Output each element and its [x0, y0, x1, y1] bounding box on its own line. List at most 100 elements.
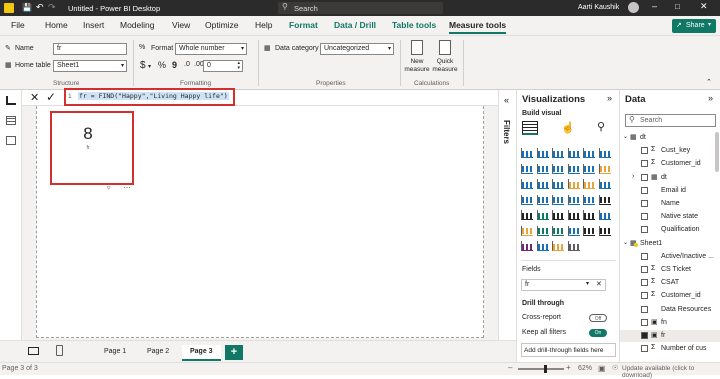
data-search-box[interactable]: ⚲ Search — [625, 114, 716, 127]
field-checkbox[interactable] — [641, 200, 648, 207]
viz-power-automate-icon[interactable] — [536, 241, 549, 251]
redo-icon[interactable]: ↷ — [48, 2, 56, 13]
field-checkbox[interactable] — [641, 266, 648, 273]
field-checkbox[interactable] — [641, 345, 648, 353]
field-checkbox[interactable] — [641, 305, 648, 313]
tab-help[interactable]: Help — [255, 20, 272, 30]
data-field-row[interactable]: Σ Customer_id — [620, 290, 720, 302]
keep-all-filters-toggle[interactable]: On — [589, 329, 607, 337]
viz-kpi-icon[interactable] — [536, 210, 549, 220]
viz-slicer-icon[interactable] — [552, 210, 564, 220]
field-checkbox[interactable] — [641, 279, 648, 287]
tab-insert[interactable]: Insert — [83, 20, 104, 30]
format-visual-icon[interactable]: ☝ — [561, 121, 575, 134]
viz-gauge-icon[interactable] — [583, 194, 595, 205]
viz-treemap-icon[interactable] — [598, 179, 611, 189]
tab-format[interactable]: Format — [289, 20, 318, 30]
viz-stacked-area-icon[interactable] — [552, 163, 564, 174]
viz-qa-icon[interactable] — [567, 225, 580, 236]
fit-page-icon[interactable]: ▣ — [598, 364, 606, 373]
viz-card-icon[interactable] — [598, 194, 611, 205]
currency-button[interactable]: $ — [140, 60, 146, 71]
viz-paginated-icon[interactable] — [598, 225, 611, 236]
collapse-left-icon[interactable]: « — [504, 95, 509, 105]
tab-data-drill[interactable]: Data / Drill — [334, 20, 376, 30]
card-visual[interactable]: 8 fr — [53, 114, 131, 182]
data-field-row[interactable]: Native state — [620, 211, 720, 223]
avatar[interactable] — [628, 2, 639, 13]
cross-report-toggle[interactable]: Off — [589, 314, 607, 322]
search-box[interactable]: ⚲ Search — [278, 2, 443, 14]
viz-stacked-column-icon[interactable] — [536, 148, 549, 158]
viz-matrix-icon[interactable] — [583, 210, 595, 220]
close-icon[interactable]: ✕ — [700, 1, 708, 12]
viz-100-column-icon[interactable] — [598, 148, 611, 158]
page-tab-3[interactable]: Page 3 — [182, 345, 221, 361]
user-name[interactable]: Aarti Kaushik — [578, 4, 619, 11]
home-table-select[interactable]: Sheet1 ▾ — [53, 60, 127, 72]
field-checkbox[interactable] — [641, 332, 648, 339]
data-field-row[interactable]: Email id — [620, 185, 720, 197]
undo-icon[interactable]: ↶ — [36, 2, 44, 13]
name-field[interactable]: fr — [53, 43, 127, 55]
chevron-down-icon[interactable]: ⌄ — [623, 239, 628, 246]
filters-label[interactable]: Filters — [502, 120, 511, 144]
field-checkbox[interactable] — [641, 318, 648, 326]
viz-clustered-bar-icon[interactable] — [552, 148, 564, 158]
data-field-row[interactable]: Qualification — [620, 224, 720, 236]
viz-map-icon[interactable] — [521, 194, 533, 205]
data-category-select[interactable]: Uncategorized ▾ — [320, 43, 394, 55]
zoom-slider[interactable] — [518, 365, 564, 373]
data-field-row[interactable]: Σ CS Ticket — [620, 264, 720, 276]
zoom-in-icon[interactable]: + — [566, 363, 571, 372]
collapse-right-icon[interactable]: » — [607, 93, 612, 103]
decrease-decimal-icon[interactable]: .0 — [184, 61, 190, 68]
decimals-stepper[interactable]: 0 ▴ ▾ — [203, 60, 243, 72]
filters-pane[interactable]: « Filters — [498, 90, 516, 340]
viz-azure-map-icon[interactable] — [567, 194, 580, 205]
data-field-row[interactable]: Σ Cust_key — [620, 145, 720, 157]
add-page-button[interactable]: + — [225, 345, 243, 360]
viz-funnel-icon[interactable] — [536, 179, 549, 189]
viz-table-icon[interactable] — [567, 210, 580, 220]
formula-input[interactable]: fr = FIND("Happy","Living Happy life") — [78, 92, 229, 100]
chevron-down-icon[interactable]: ▾ — [586, 280, 589, 287]
cancel-formula-icon[interactable]: ✕ — [30, 91, 39, 104]
desktop-layout-icon[interactable] — [28, 347, 39, 355]
viz-pie-icon[interactable] — [567, 179, 580, 189]
report-page[interactable]: 8 fr ▿ ⋯ — [36, 106, 484, 338]
data-field-row[interactable]: Σ Number of cus — [620, 343, 720, 355]
viz-narrative-icon[interactable] — [583, 225, 595, 236]
field-checkbox[interactable] — [641, 186, 648, 194]
viz-scatter-icon[interactable] — [552, 179, 564, 189]
data-scrollbar[interactable] — [715, 132, 719, 172]
filter-icon[interactable]: ▿ — [107, 184, 111, 192]
data-field-row[interactable]: Σ Customer_id — [620, 158, 720, 170]
field-checkbox[interactable] — [641, 160, 648, 168]
viz-stacked-bar-icon[interactable] — [521, 148, 533, 158]
mobile-layout-icon[interactable] — [56, 345, 63, 356]
table-view-icon[interactable] — [6, 116, 16, 125]
remove-field-icon[interactable]: ✕ — [596, 280, 602, 288]
viz-shape-map-icon[interactable] — [552, 194, 564, 205]
viz-metrics-icon[interactable] — [552, 241, 564, 251]
model-view-icon[interactable] — [6, 136, 16, 145]
share-button[interactable]: ↗ Share ▾ — [672, 19, 716, 33]
chevron-down-icon[interactable]: ⌄ — [623, 133, 628, 140]
data-field-row[interactable]: Active/Inactive ... — [620, 251, 720, 263]
chevron-down-icon[interactable]: ▾ — [148, 63, 151, 70]
viz-donut-icon[interactable] — [583, 179, 595, 189]
viz-line-clustered-icon[interactable] — [583, 163, 595, 174]
analytics-icon[interactable]: ⚲ — [597, 120, 605, 133]
field-checkbox[interactable] — [641, 147, 648, 155]
field-checkbox[interactable] — [641, 226, 648, 234]
data-field-row[interactable]: ▣ fr — [620, 330, 720, 342]
viz-100-bar-icon[interactable] — [583, 148, 595, 158]
data-table-row[interactable]: ⌄ ▦ dt — [620, 132, 720, 144]
build-visual-icon[interactable] — [522, 121, 538, 135]
report-view-icon[interactable] — [6, 96, 16, 105]
viz-area-icon[interactable] — [536, 163, 549, 174]
data-field-row[interactable]: › ▦ dt — [620, 172, 720, 184]
viz-r-visual-icon[interactable] — [598, 210, 611, 220]
minimize-icon[interactable]: – — [652, 1, 657, 11]
